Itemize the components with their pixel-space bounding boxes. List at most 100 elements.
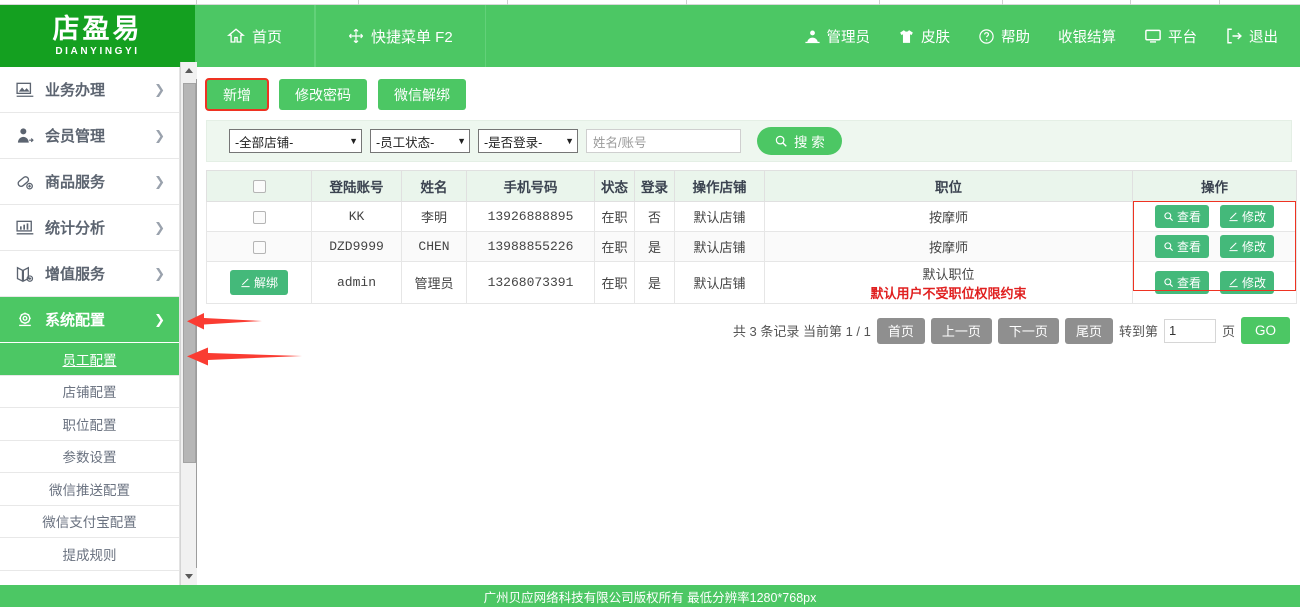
sidebar-subitem-wechat-alipay-config[interactable]: 微信支付宝配置 <box>0 506 179 538</box>
row-login: 是 <box>634 261 675 304</box>
row-login: 是 <box>634 231 675 262</box>
sidebar-subitem-wechat-push-config[interactable]: 微信推送配置 <box>0 473 179 506</box>
sidebar-scrollbar[interactable] <box>180 62 197 585</box>
th-select <box>206 170 312 202</box>
home-icon <box>227 27 245 45</box>
pill-icon <box>14 172 36 192</box>
sidebar-subitem-shop-config-label: 店铺配置 <box>62 385 117 401</box>
scroll-down-button[interactable] <box>181 568 197 585</box>
add-button[interactable]: 新增 <box>205 78 269 111</box>
sidebar-item-goods[interactable]: 商品服务 ❯ <box>0 159 179 205</box>
row-account: admin <box>311 261 402 304</box>
th-shop: 操作店铺 <box>674 170 765 202</box>
chart-monitor-icon <box>14 218 36 238</box>
search-button[interactable]: 搜 索 <box>757 127 842 155</box>
row-checkbox[interactable] <box>252 241 266 255</box>
app-header: 店盈易 DIANYINGYI 首页 快捷菜单 F2 管理员 皮肤 帮助 收银结算… <box>0 5 1300 67</box>
chevron-right-icon: ❯ <box>154 127 165 143</box>
brand-name-cn: 店盈易 <box>52 13 143 45</box>
scroll-up-button[interactable] <box>181 62 197 79</box>
sidebar-item-value-added[interactable]: 增值服务 ❯ <box>0 251 179 297</box>
sidebar-subitem-staff-config[interactable]: 员工配置 <box>0 343 179 376</box>
edit-button[interactable]: 修改 <box>1220 271 1275 294</box>
app-root: 店盈易 DIANYINGYI 首页 快捷菜单 F2 管理员 皮肤 帮助 收银结算… <box>0 0 1300 607</box>
row-name: 李明 <box>401 201 467 232</box>
edit-button-label: 修改 <box>1242 240 1267 254</box>
shop-select[interactable]: -全部店铺- ▼ <box>229 129 362 153</box>
next-page-button[interactable]: 下一页 <box>997 317 1059 344</box>
nav-platform[interactable]: 平台 <box>1130 5 1211 67</box>
nav-admin[interactable]: 管理员 <box>790 5 885 67</box>
row-phone: 13926888895 <box>466 201 595 232</box>
brand-logo[interactable]: 店盈易 DIANYINGYI <box>0 5 195 67</box>
table-header-row: 登陆账号 姓名 手机号码 状态 登录 操作店铺 职位 操作 <box>206 170 1297 202</box>
row-account: KK <box>311 201 402 232</box>
login-select-value: -是否登录- <box>484 135 543 150</box>
primary-nav: 首页 快捷菜单 F2 <box>195 5 486 67</box>
select-all-checkbox[interactable] <box>252 180 266 194</box>
sidebar-subitem-parameter-settings[interactable]: 参数设置 <box>0 441 179 473</box>
wechat-unbind-button[interactable]: 微信解绑 <box>378 79 466 110</box>
search-icon <box>1163 277 1174 288</box>
sidebar-subitem-parameter-settings-label: 参数设置 <box>62 450 117 466</box>
staff-table-wrapper: 登陆账号 姓名 手机号码 状态 登录 操作店铺 职位 操作 KK 李明 1392… <box>206 170 1297 304</box>
image-icon <box>14 80 36 100</box>
sidebar-subitem-position-config[interactable]: 职位配置 <box>0 408 179 441</box>
th-name: 姓名 <box>401 170 467 202</box>
th-status: 状态 <box>594 170 635 202</box>
last-page-button[interactable]: 尾页 <box>1064 317 1113 344</box>
first-page-button[interactable]: 首页 <box>876 317 925 344</box>
edit-button[interactable]: 修改 <box>1220 235 1275 258</box>
pencil-icon <box>1228 211 1239 222</box>
status-select[interactable]: -员工状态- ▼ <box>370 129 470 153</box>
chevron-down-icon: ▼ <box>457 136 466 146</box>
nav-cashier-settlement[interactable]: 收银结算 <box>1044 5 1130 67</box>
nav-help[interactable]: 帮助 <box>964 5 1044 67</box>
prev-page-button[interactable]: 上一页 <box>930 317 992 344</box>
th-account: 登陆账号 <box>311 170 402 202</box>
sidebar-item-system-config[interactable]: 系统配置 ❯ <box>0 297 179 343</box>
gear-icon <box>14 310 36 330</box>
row-checkbox[interactable] <box>252 211 266 225</box>
sidebar-item-statistics[interactable]: 统计分析 ❯ <box>0 205 179 251</box>
view-button[interactable]: 查看 <box>1154 271 1209 294</box>
pencil-icon <box>240 277 251 288</box>
sidebar-subitem-shop-config[interactable]: 店铺配置 <box>0 376 179 408</box>
row-position: 按摩师 <box>764 201 1133 232</box>
edit-button-label: 修改 <box>1242 210 1267 224</box>
chevron-right-icon: ❯ <box>154 81 165 97</box>
row-select-cell <box>206 231 312 262</box>
sidebar-subitem-partial[interactable] <box>0 571 179 586</box>
row-shop: 默认店铺 <box>674 201 765 232</box>
shop-select-value: -全部店铺- <box>235 135 294 150</box>
nav-home[interactable]: 首页 <box>195 5 316 67</box>
nav-quick-menu[interactable]: 快捷菜单 F2 <box>315 5 486 67</box>
scrollbar-thumb[interactable] <box>183 83 196 463</box>
unbind-button-label: 解绑 <box>253 276 278 290</box>
view-button-label: 查看 <box>1176 240 1201 254</box>
unbind-button[interactable]: 解绑 <box>229 270 288 295</box>
pagination-summary: 共 3 条记录 当前第 1 / 1 <box>732 324 871 339</box>
sidebar-subitem-commission-rules[interactable]: 提成规则 <box>0 538 179 571</box>
nav-logout[interactable]: 退出 <box>1211 5 1292 67</box>
change-password-button[interactable]: 修改密码 <box>279 79 367 110</box>
row-name: CHEN <box>401 231 467 262</box>
view-button[interactable]: 查看 <box>1154 235 1209 258</box>
shirt-icon <box>898 28 915 45</box>
go-button[interactable]: GO <box>1240 317 1290 344</box>
search-input[interactable]: 姓名/账号 <box>586 129 741 153</box>
row-shop: 默认店铺 <box>674 231 765 262</box>
edit-button[interactable]: 修改 <box>1220 205 1275 228</box>
sidebar-item-member[interactable]: 会员管理 ❯ <box>0 113 179 159</box>
sidebar-item-business[interactable]: 业务办理 ❯ <box>0 67 179 113</box>
nav-skin[interactable]: 皮肤 <box>884 5 964 67</box>
monitor-icon <box>1144 27 1162 45</box>
search-icon <box>774 134 788 148</box>
view-button[interactable]: 查看 <box>1154 205 1209 228</box>
nav-home-label: 首页 <box>252 28 283 46</box>
chevron-down-icon: ▼ <box>565 136 574 146</box>
user-icon <box>804 28 821 45</box>
row-account: DZD9999 <box>311 231 402 262</box>
login-select[interactable]: -是否登录- ▼ <box>478 129 578 153</box>
page-number-input[interactable]: 1 <box>1163 318 1216 343</box>
